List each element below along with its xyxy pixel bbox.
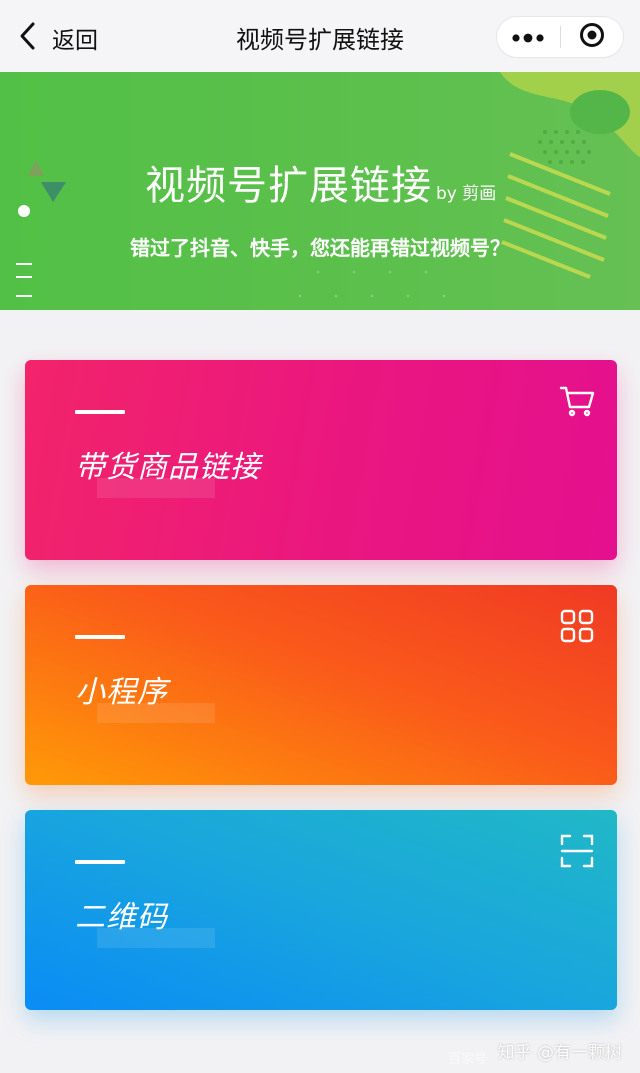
card-qr-code[interactable]: 二维码 bbox=[25, 810, 617, 1010]
target-circle-icon bbox=[579, 22, 605, 52]
banner: 视频号扩展链接 by 剪画 错过了抖音、快手，您还能再错过视频号？ bbox=[0, 72, 640, 310]
close-button[interactable] bbox=[560, 17, 623, 57]
more-button[interactable] bbox=[497, 17, 560, 57]
more-dots-icon bbox=[511, 28, 545, 47]
card-accent-line bbox=[75, 410, 125, 414]
card-mini-program[interactable]: 小程序 bbox=[25, 585, 617, 785]
card-accent-line bbox=[75, 860, 125, 864]
card-label: 二维码 bbox=[75, 900, 168, 935]
banner-title-group: 视频号扩展链接 by 剪画 bbox=[145, 162, 496, 210]
card-label: 小程序 bbox=[75, 675, 168, 710]
banner-subtitle: 错过了抖音、快手，您还能再错过视频号？ bbox=[130, 236, 510, 260]
grid-apps-icon bbox=[558, 607, 596, 645]
banner-title: 视频号扩展链接 bbox=[145, 163, 432, 209]
card-accent-line bbox=[75, 635, 125, 639]
back-label: 返回 bbox=[52, 28, 98, 54]
shopping-cart-icon bbox=[558, 382, 596, 420]
watermark-faint: 百家号 bbox=[448, 1052, 488, 1067]
scan-frame-icon bbox=[558, 832, 596, 870]
nav-bar: 返回 视频号扩展链接 bbox=[0, 0, 640, 72]
mini-program-capsule bbox=[496, 16, 624, 58]
back-button[interactable]: 返回 bbox=[18, 20, 98, 56]
watermark: 知乎 @有一颗树 bbox=[497, 1043, 622, 1063]
banner-byline: by 剪画 bbox=[436, 184, 497, 204]
chevron-left-icon bbox=[18, 21, 38, 55]
card-label: 带货商品链接 bbox=[75, 450, 261, 485]
card-product-link[interactable]: 带货商品链接 bbox=[25, 360, 617, 560]
